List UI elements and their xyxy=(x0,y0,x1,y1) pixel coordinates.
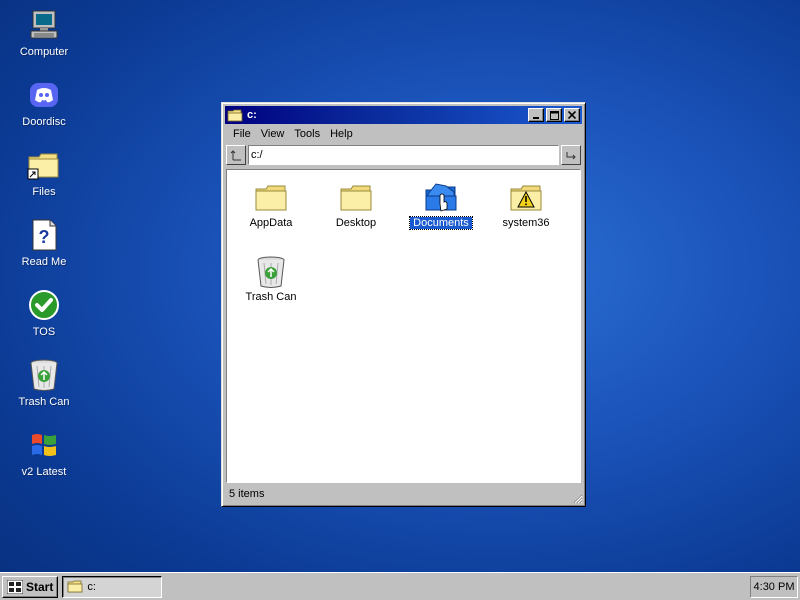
recycle-bin-icon xyxy=(254,256,288,288)
minimize-button[interactable] xyxy=(528,108,544,122)
desktop-icon-label: TOS xyxy=(32,326,56,338)
resize-grip-icon[interactable] xyxy=(573,494,583,504)
address-bar xyxy=(225,144,582,166)
explorer-window[interactable]: c: File View Tools Help c:/ AppData Desk… xyxy=(221,102,586,507)
windows-logo-icon xyxy=(27,428,61,462)
svg-text:?: ? xyxy=(39,227,50,247)
up-folder-button[interactable] xyxy=(226,145,246,165)
taskbar-window-label: c: xyxy=(87,580,96,593)
address-input[interactable] xyxy=(248,145,559,165)
taskbar-window-button[interactable]: c: xyxy=(62,575,163,598)
desktop-icon-computer[interactable]: Computer xyxy=(4,8,84,72)
folder-icon xyxy=(227,108,243,122)
file-item-label: system36 xyxy=(502,217,550,229)
file-item-system36[interactable]: system36 xyxy=(486,182,566,246)
file-item-label: Desktop xyxy=(335,217,377,229)
system-tray-clock[interactable]: 4:30 PM xyxy=(750,575,798,598)
desktop-icon-readme[interactable]: ? Read Me xyxy=(4,218,84,282)
folder-icon xyxy=(254,182,288,214)
checkmark-icon xyxy=(27,288,61,322)
menu-help[interactable]: Help xyxy=(325,128,358,140)
file-item-desktop[interactable]: Desktop xyxy=(316,182,396,246)
desktop-icon-label: Doordisc xyxy=(22,116,66,128)
close-icon xyxy=(568,111,576,119)
status-text: 5 items xyxy=(229,488,265,500)
file-item-documents[interactable]: Documents xyxy=(401,182,481,246)
desktop-icon-label: Trash Can xyxy=(18,396,70,408)
folder-icon xyxy=(339,182,373,214)
enter-arrow-icon xyxy=(566,152,576,160)
desktop-icon-v2-latest[interactable]: v2 Latest xyxy=(4,428,84,492)
file-item-label: Documents xyxy=(409,216,473,230)
maximize-icon xyxy=(549,110,559,120)
desktop-icon-trash-can[interactable]: Trash Can xyxy=(4,358,84,422)
desktop-icon-label: Files xyxy=(32,186,56,198)
folder-open-blue-icon xyxy=(424,182,458,214)
menu-file[interactable]: File xyxy=(228,128,256,140)
maximize-button[interactable] xyxy=(546,108,562,122)
start-button[interactable]: Start xyxy=(2,575,59,598)
recycle-bin-icon xyxy=(27,358,61,392)
folder-warning-icon xyxy=(509,182,543,214)
desktop-icon-label: v2 Latest xyxy=(21,466,67,478)
discord-icon xyxy=(27,78,61,112)
window-title: c: xyxy=(247,109,257,121)
window-titlebar[interactable]: c: xyxy=(225,106,582,124)
close-button[interactable] xyxy=(564,108,580,122)
menu-bar: File View Tools Help xyxy=(225,124,582,144)
desktop-icon-files[interactable]: Files xyxy=(4,148,84,212)
folder-shortcut-icon xyxy=(27,148,61,182)
desktop-icon-label: Read Me xyxy=(21,256,67,268)
help-document-icon: ? xyxy=(27,218,61,252)
desktop-icon-label: Computer xyxy=(19,46,69,58)
desktop-icon-doordisc[interactable]: Doordisc xyxy=(4,78,84,142)
menu-view[interactable]: View xyxy=(256,128,290,140)
up-arrow-icon xyxy=(230,150,241,161)
status-bar: 5 items xyxy=(226,485,581,503)
minimize-icon xyxy=(533,117,539,119)
windows-logo-icon xyxy=(7,579,23,594)
menu-tools[interactable]: Tools xyxy=(289,128,325,140)
computer-icon xyxy=(27,8,61,42)
file-item-appdata[interactable]: AppData xyxy=(231,182,311,246)
desktop-icon-tos[interactable]: TOS xyxy=(4,288,84,352)
taskbar: Start c: 4:30 PM xyxy=(0,572,800,600)
start-label: Start xyxy=(26,579,54,594)
file-item-label: AppData xyxy=(249,217,293,229)
go-button[interactable] xyxy=(561,145,581,165)
file-item-trash-can[interactable]: Trash Can xyxy=(231,256,311,320)
clock-text: 4:30 PM xyxy=(753,580,795,593)
folder-icon xyxy=(67,580,83,593)
file-item-label: Trash Can xyxy=(245,291,297,303)
file-list[interactable]: AppData Desktop Documents system36 Trash… xyxy=(226,169,581,483)
